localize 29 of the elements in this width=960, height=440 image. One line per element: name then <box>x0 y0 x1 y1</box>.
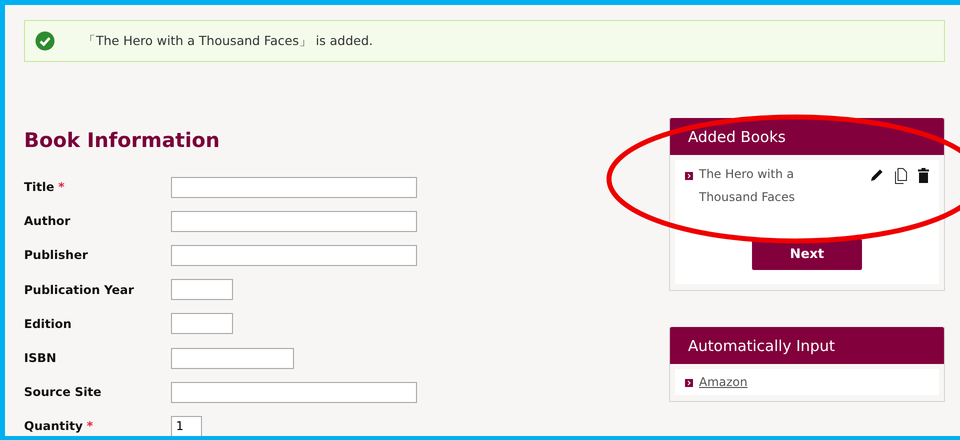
text-field[interactable] <box>171 382 417 403</box>
field-label: Source Site <box>24 385 102 400</box>
bullet-icon <box>685 172 693 180</box>
text-field[interactable] <box>171 244 417 266</box>
text-field[interactable] <box>171 348 294 369</box>
field-label: Edition <box>24 316 72 331</box>
book-title: The Hero with a Thousand Faces <box>699 166 796 206</box>
notice-text: 「The Hero with a Thousand Faces」 is added. <box>83 32 373 50</box>
check-icon <box>35 31 55 51</box>
form-title: Book Information <box>24 128 221 152</box>
required-mark: * <box>58 180 65 194</box>
field-label: Publication Year <box>24 282 134 297</box>
text-field[interactable] <box>171 176 417 198</box>
field-label: Publisher <box>24 248 88 262</box>
site-link[interactable]: Amazon <box>699 375 748 389</box>
bullet-icon <box>685 379 693 387</box>
required-mark: * <box>86 419 94 434</box>
field-label: ISBN <box>24 351 56 366</box>
copy-icon[interactable] <box>894 168 908 184</box>
text-field[interactable] <box>171 210 417 232</box>
pencil-icon[interactable] <box>870 168 884 182</box>
field-label: Quantity <box>24 419 83 434</box>
trash-icon[interactable] <box>918 168 929 183</box>
field-label: Title <box>24 180 54 194</box>
text-field[interactable] <box>171 313 233 334</box>
field-label: Author <box>24 214 70 228</box>
panel-header: Automatically Input <box>670 327 944 364</box>
text-field[interactable] <box>171 279 233 300</box>
text-field[interactable]: 1 <box>171 416 202 436</box>
